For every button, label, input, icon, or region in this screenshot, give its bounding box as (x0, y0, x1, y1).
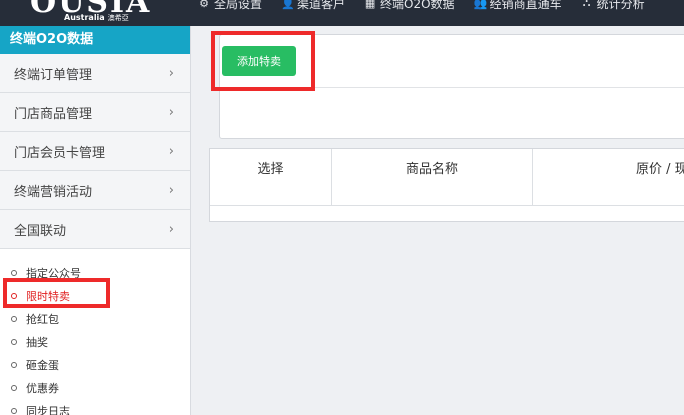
top-navbar: OUSIA Australia 澳希亞 ⚙ 全局设置 👤 渠道客户 ▦ 终端O2O… (0, 0, 684, 26)
sidebar-item-terminal-orders[interactable]: 终端订单管理 › (0, 54, 190, 93)
sidebar-item-label: 终端订单管理 (14, 67, 93, 83)
gear-icon: ⚙ (199, 0, 209, 10)
brand-logo[interactable]: OUSIA Australia 澳希亞 (30, 0, 160, 26)
top-nav: ⚙ 全局设置 👤 渠道客户 ▦ 终端O2O数据 👥 经销商直通车 ⛬ 统计分析 (198, 0, 664, 26)
annotation-highlight-flash-sale (3, 278, 110, 308)
table-header-product-name[interactable]: 商品名称 (332, 149, 533, 205)
logo-subtitle-en: Australia (64, 13, 105, 22)
table-header-price[interactable]: 原价 / 现价 (533, 149, 684, 205)
nav-label: 统计分析 (596, 0, 645, 11)
chevron-right-icon: › (168, 182, 174, 198)
sidebar-item-marketing[interactable]: 终端营销活动 › (0, 171, 190, 210)
nav-item-global-settings[interactable]: ⚙ 全局设置 (198, 0, 263, 11)
nav-label: 经销商直通车 (489, 0, 562, 11)
sidebar-item-label: 门店会员卡管理 (14, 145, 106, 161)
annotation-highlight-add-button (211, 31, 315, 91)
submenu-item-lottery[interactable]: 抽奖 (0, 330, 190, 353)
chevron-right-icon: › (168, 65, 174, 81)
circle-bullet-icon (11, 338, 17, 345)
sidebar-title: 终端O2O数据 (0, 26, 190, 54)
submenu-label: 同步日志 (26, 404, 70, 415)
circle-bullet-icon (11, 384, 17, 391)
chevron-down-icon: › (168, 221, 174, 237)
circle-bullet-icon (11, 315, 17, 322)
grid-icon: ▦ (364, 0, 376, 10)
sale-table: 选择 商品名称 原价 / 现价 (209, 148, 684, 222)
circle-bullet-icon (11, 361, 17, 368)
user-icon: 👤 (281, 0, 295, 10)
submenu: 指定公众号 限时特卖 抢红包 抽奖 砸金蛋 优惠券 同步日志 (0, 249, 190, 415)
sidebar: 终端O2O数据 终端订单管理 › 门店商品管理 › 门店会员卡管理 › 终端营销… (0, 26, 191, 415)
nav-label: 渠道客户 (297, 0, 346, 11)
users-icon: 👥 (473, 0, 488, 10)
submenu-item-sync-log[interactable]: 同步日志 (0, 399, 190, 415)
submenu-item-golden-egg[interactable]: 砸金蛋 (0, 353, 190, 376)
chevron-right-icon: › (168, 104, 174, 120)
sitemap-icon: ⛬ (582, 0, 591, 9)
chevron-right-icon: › (168, 143, 174, 159)
nav-label: 全局设置 (214, 0, 263, 11)
sidebar-item-label: 门店商品管理 (14, 106, 93, 122)
logo-subtitle: Australia 澳希亞 (64, 13, 129, 23)
nav-item-statistics[interactable]: ⛬ 统计分析 (581, 0, 645, 11)
submenu-item-red-packet[interactable]: 抢红包 (0, 307, 190, 330)
submenu-label: 优惠券 (26, 381, 59, 395)
sidebar-item-member-cards[interactable]: 门店会员卡管理 › (0, 132, 190, 171)
sidebar-item-label: 全国联动 (14, 223, 67, 239)
submenu-label: 抽奖 (26, 335, 48, 349)
circle-bullet-icon (11, 407, 17, 414)
submenu-item-coupons[interactable]: 优惠券 (0, 376, 190, 399)
submenu-label: 抢红包 (26, 312, 59, 326)
circle-bullet-icon (11, 269, 17, 276)
logo-subtitle-cn: 澳希亞 (107, 14, 129, 22)
sidebar-item-label: 终端营销活动 (14, 184, 93, 200)
submenu-label: 砸金蛋 (26, 358, 59, 372)
table-divider (210, 205, 684, 206)
sidebar-item-national-linkage[interactable]: 全国联动 › (0, 210, 190, 249)
nav-item-dealer-express[interactable]: 👥 经销商直通车 (473, 0, 562, 11)
sidebar-item-store-products[interactable]: 门店商品管理 › (0, 93, 190, 132)
nav-item-channel-customers[interactable]: 👤 渠道客户 (281, 0, 346, 11)
nav-label: 终端O2O数据 (380, 0, 455, 11)
nav-item-o2o-data[interactable]: ▦ 终端O2O数据 (364, 0, 455, 11)
table-header-select[interactable]: 选择 (210, 149, 332, 205)
